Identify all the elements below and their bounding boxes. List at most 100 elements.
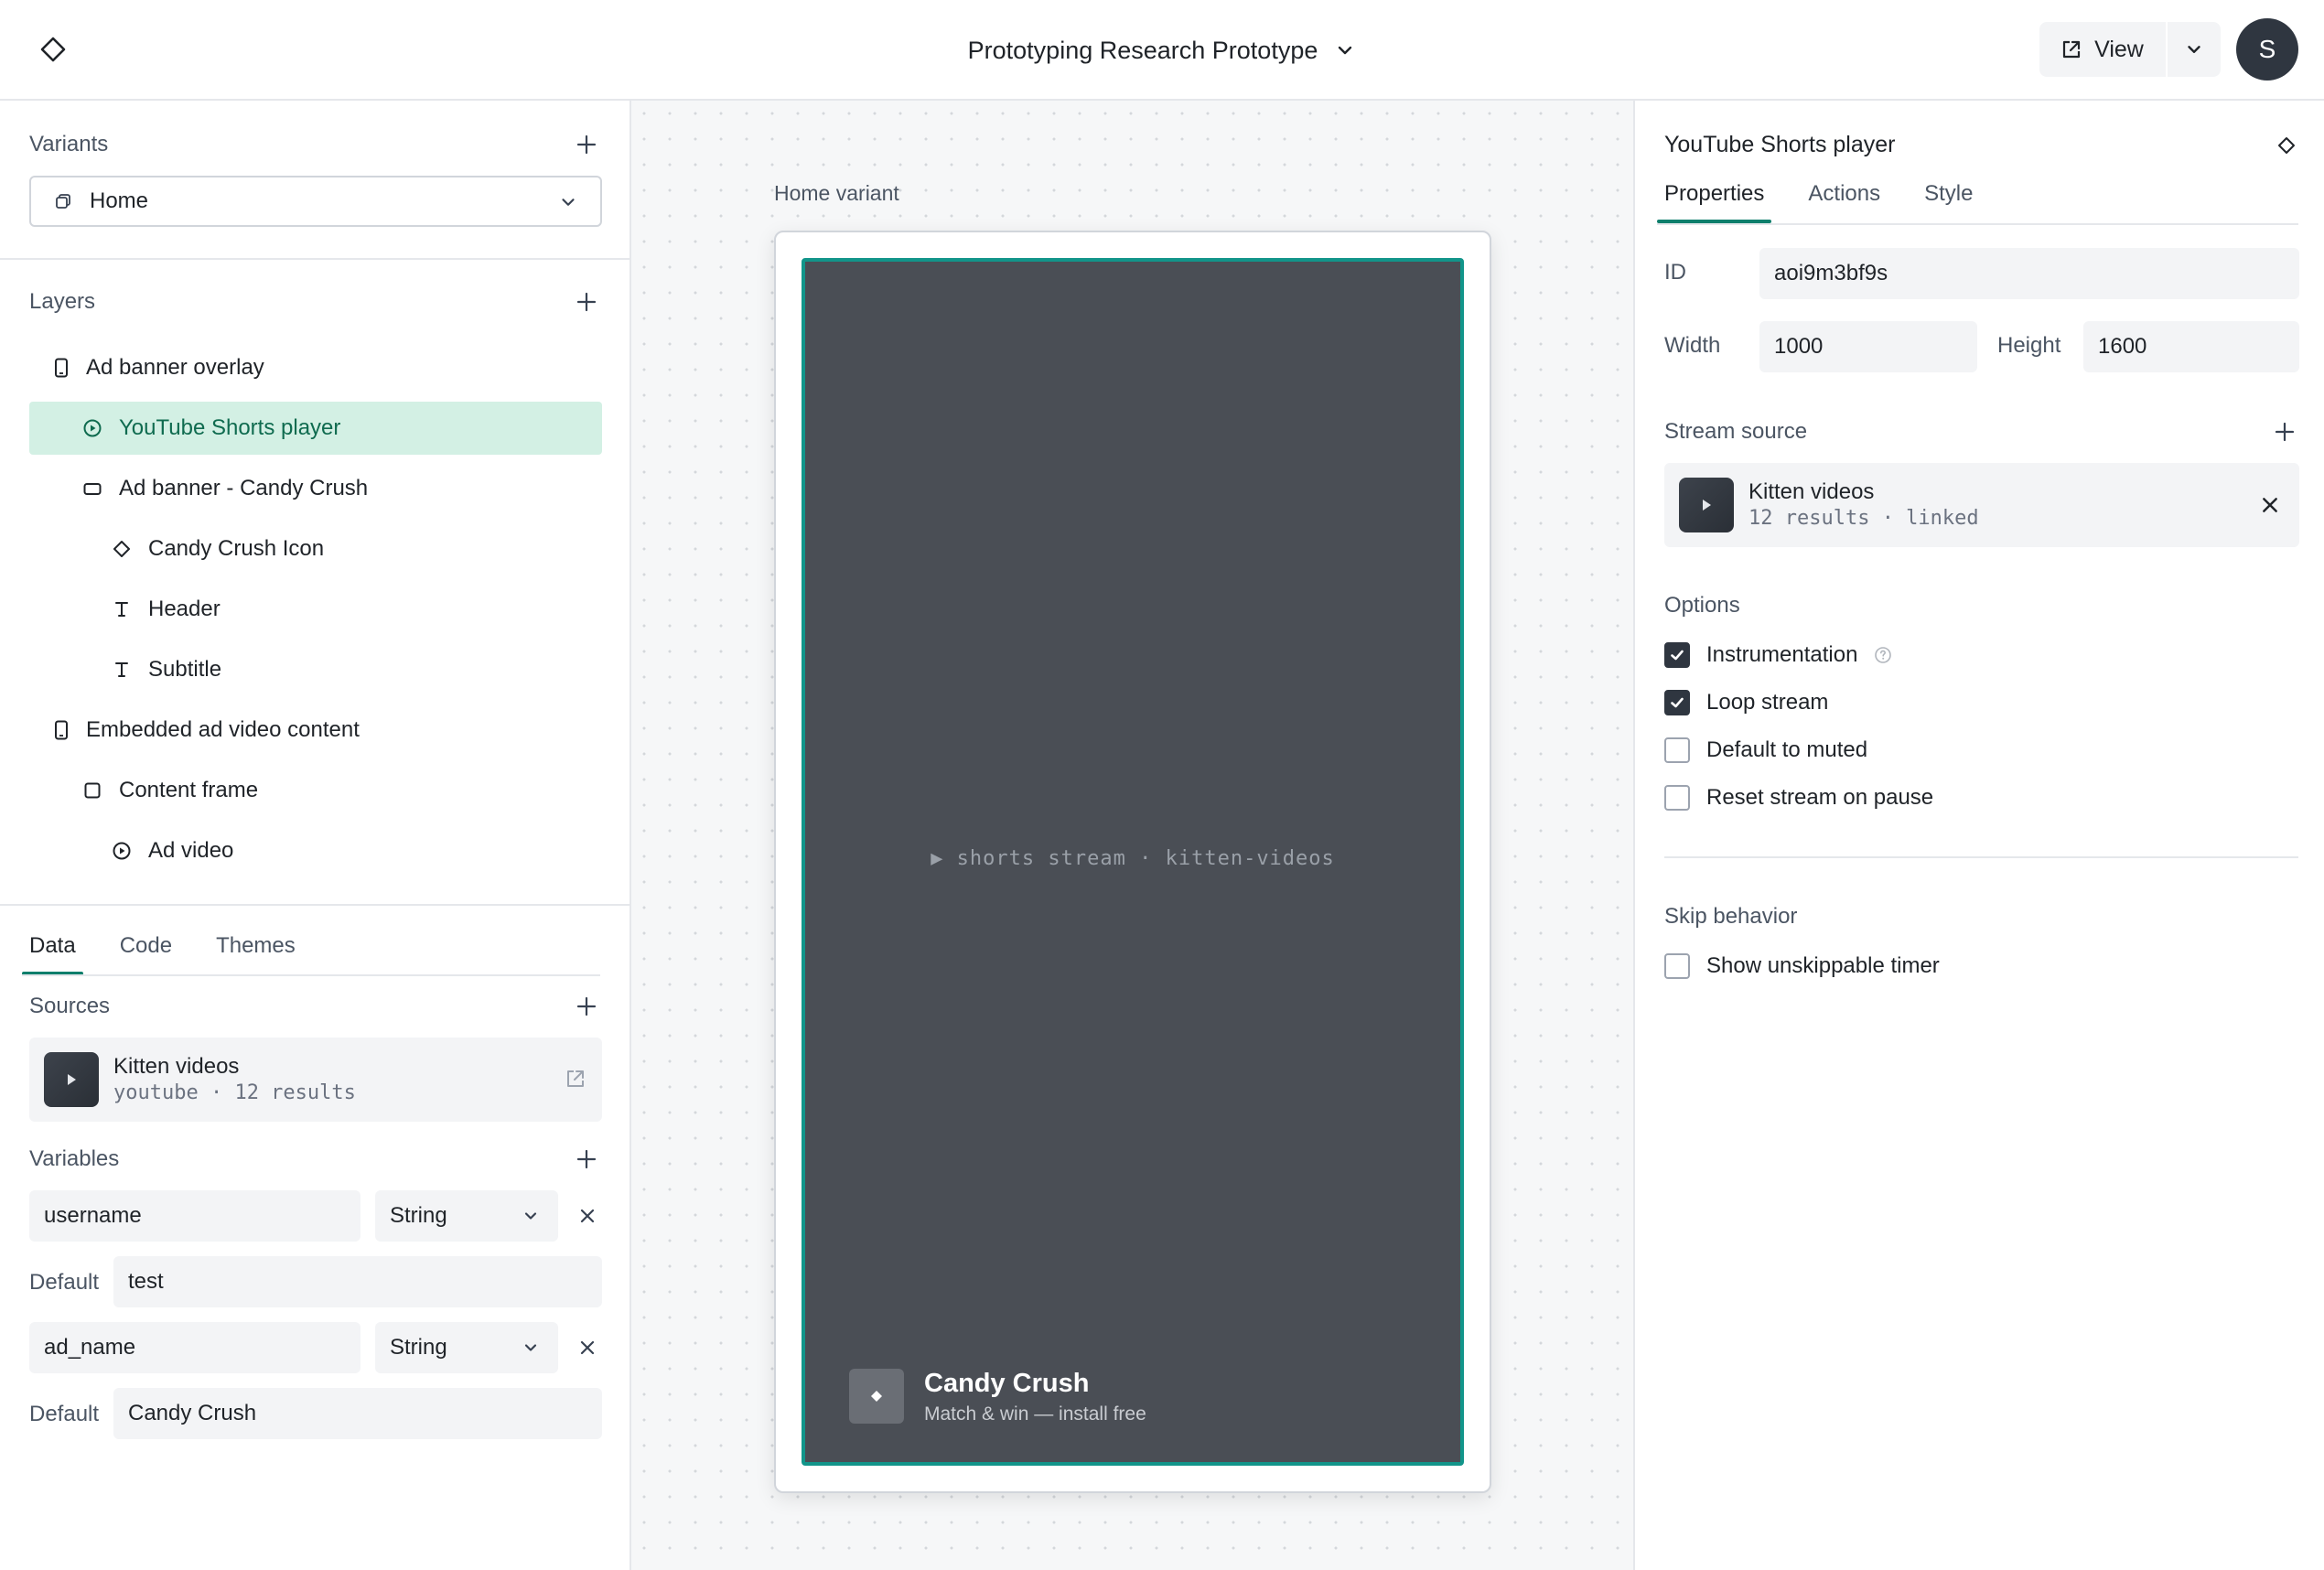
rectangle-icon — [83, 483, 102, 495]
play-circle-icon — [83, 419, 102, 437]
chevron-down-icon — [562, 199, 575, 206]
chevron-down-icon — [524, 1212, 537, 1220]
source-card-kitten-videos[interactable]: Kitten videos youtube · 12 results — [29, 1038, 602, 1122]
tab-data[interactable]: Data — [22, 933, 83, 975]
external-link-icon[interactable] — [565, 1069, 586, 1089]
checkbox-unchecked[interactable] — [1664, 737, 1690, 763]
add-layer-button[interactable] — [573, 288, 600, 316]
option-label: Instrumentation — [1706, 642, 1858, 667]
layer-item-embedded-ad-video-content[interactable]: Embedded ad video content — [29, 704, 602, 757]
option-reset-stream-on-pause[interactable]: Reset stream on pause — [1664, 785, 1933, 811]
layer-item-header[interactable]: Header — [29, 583, 602, 636]
option-default-to-muted[interactable]: Default to muted — [1664, 737, 1867, 763]
checkbox-unchecked[interactable] — [1664, 785, 1690, 811]
variable-default-input[interactable]: test — [113, 1256, 602, 1307]
layer-item-youtube-shorts-player[interactable]: YouTube Shorts player — [29, 402, 602, 455]
play-icon — [68, 1074, 76, 1085]
layer-label: YouTube Shorts player — [119, 415, 341, 440]
tab-actions[interactable]: Actions — [1808, 181, 1880, 221]
document-title[interactable]: Prototyping Research Prototype — [968, 37, 1318, 65]
remove-variable-button[interactable] — [575, 1203, 600, 1229]
variant-select[interactable]: Home — [29, 176, 602, 227]
remove-variable-button[interactable] — [575, 1335, 600, 1360]
device-frame[interactable]: ▶ shorts stream · kitten-videos Candy Cr… — [774, 231, 1491, 1493]
checkmark-icon — [1671, 697, 1684, 708]
add-stream-source-button[interactable] — [2271, 418, 2298, 446]
layer-item-ad-banner-overlay[interactable]: Ad banner overlay — [29, 341, 602, 394]
layer-item-ad-banner-candy-crush[interactable]: Ad banner - Candy Crush — [29, 462, 602, 515]
variable-type-select[interactable]: String — [375, 1190, 558, 1242]
option-loop-stream[interactable]: Loop stream — [1664, 690, 1828, 715]
variable-type-value: String — [390, 1203, 447, 1228]
checkbox-checked[interactable] — [1664, 690, 1690, 715]
height-input[interactable]: 1600 — [2083, 321, 2299, 372]
tab-code[interactable]: Code — [120, 933, 172, 973]
help-icon[interactable] — [1874, 646, 1892, 664]
close-icon — [580, 1340, 595, 1355]
video-thumbnail — [44, 1052, 99, 1107]
stream-caption: ▶ shorts stream · kitten-videos — [931, 847, 1335, 870]
variants-header: Variants — [29, 132, 109, 156]
diamond-icon[interactable] — [2276, 135, 2297, 156]
view-button[interactable]: View — [2039, 22, 2168, 77]
variable-default-input[interactable]: Candy Crush — [113, 1388, 602, 1439]
layer-item-candy-crush-icon[interactable]: Candy Crush Icon — [29, 522, 602, 575]
layers-section-header: Layers — [29, 284, 600, 320]
view-dropdown-button[interactable] — [2168, 22, 2221, 77]
mobile-icon — [55, 358, 68, 378]
variable-type-value: String — [390, 1335, 447, 1360]
top-bar: Prototyping Research Prototype View S — [0, 0, 2324, 101]
variant-frame-label: Home variant — [774, 181, 899, 205]
stream-source-card[interactable]: Kitten videos 12 results · linked — [1664, 463, 2299, 547]
checkbox-checked[interactable] — [1664, 642, 1690, 668]
tab-themes[interactable]: Themes — [216, 933, 296, 973]
layer-item-subtitle[interactable]: Subtitle — [29, 643, 602, 696]
data-panel-tabs: Data Code Themes — [22, 933, 296, 975]
chevron-down-icon[interactable] — [1334, 39, 1356, 61]
checkmark-icon — [1671, 650, 1684, 661]
layer-label: Ad video — [148, 838, 234, 863]
layer-label: Header — [148, 597, 221, 621]
variable-name-input[interactable]: ad_name — [29, 1322, 360, 1373]
text-icon — [115, 602, 128, 617]
user-avatar[interactable]: S — [2236, 18, 2298, 81]
layer-item-content-frame[interactable]: Content frame — [29, 764, 602, 817]
option-label: Reset stream on pause — [1706, 785, 1934, 810]
layer-item-ad-video[interactable]: Ad video — [29, 824, 602, 877]
close-icon — [580, 1209, 595, 1223]
variable-name-input[interactable]: username — [29, 1190, 360, 1242]
sources-header: Sources — [29, 994, 111, 1018]
video-thumbnail — [1679, 478, 1734, 532]
layer-label: Content frame — [119, 778, 259, 802]
close-icon[interactable] — [2261, 496, 2279, 514]
diamond-icon — [871, 1391, 882, 1402]
stream-source-header: Stream source — [1664, 419, 1808, 444]
id-input[interactable]: aoi9m3bf9s — [1759, 248, 2299, 299]
add-variable-button[interactable] — [573, 1145, 600, 1173]
design-canvas[interactable]: Home variant ▶ shorts stream · kitten-vi… — [631, 101, 1633, 1570]
stream-source-title: Kitten videos — [1748, 479, 1875, 504]
variables-header: Variables — [29, 1146, 120, 1171]
variable-type-select[interactable]: String — [375, 1322, 558, 1373]
youtube-shorts-player-preview[interactable]: ▶ shorts stream · kitten-videos Candy Cr… — [802, 258, 1464, 1466]
default-label: Default — [29, 1402, 100, 1426]
options-header: Options — [1664, 593, 1740, 618]
ad-banner-subtitle: Match & win — install free — [924, 1403, 1146, 1425]
source-subtitle: youtube · 12 results — [113, 1081, 356, 1104]
diamond-logo-icon[interactable] — [38, 35, 68, 64]
width-label: Width — [1664, 333, 1721, 358]
add-source-button[interactable] — [573, 993, 600, 1020]
left-panel: Variants Home Layers Ad banner overlay Y… — [0, 101, 631, 1570]
layer-label: Embedded ad video content — [86, 717, 360, 742]
add-variant-button[interactable] — [573, 131, 600, 158]
tabs-underline — [22, 974, 600, 976]
layer-label: Subtitle — [148, 657, 222, 682]
tab-style[interactable]: Style — [1924, 181, 1973, 221]
option-label: Show unskippable timer — [1706, 953, 1940, 978]
width-input[interactable]: 1000 — [1759, 321, 1977, 372]
option-show-unskippable-timer[interactable]: Show unskippable timer — [1664, 953, 1940, 979]
tab-properties[interactable]: Properties — [1656, 181, 1772, 223]
diamond-icon — [113, 541, 130, 557]
checkbox-unchecked[interactable] — [1664, 953, 1690, 979]
option-instrumentation[interactable]: Instrumentation — [1664, 642, 1892, 668]
